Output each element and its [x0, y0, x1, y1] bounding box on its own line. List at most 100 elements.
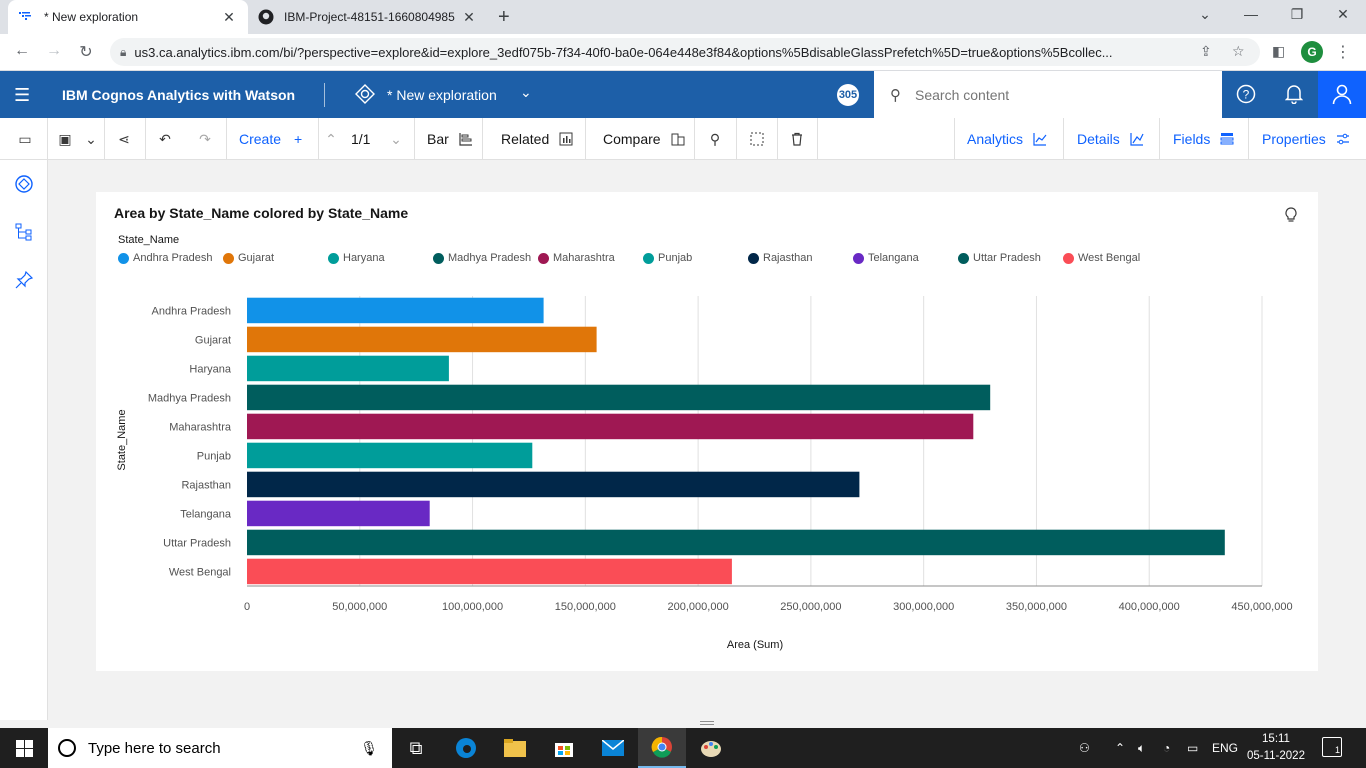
legend-item[interactable]: Haryana: [328, 252, 385, 264]
bar[interactable]: [247, 413, 974, 440]
new-tab-button[interactable]: +: [498, 6, 510, 29]
minimize-button[interactable]: —: [1228, 6, 1274, 22]
taskbar-search-box[interactable]: Type here to search 🎙︎: [48, 728, 392, 768]
bar[interactable]: [247, 471, 860, 498]
legend-item[interactable]: Punjab: [643, 252, 692, 264]
file-explorer-icon[interactable]: [491, 728, 539, 768]
notification-count-badge[interactable]: 305: [837, 84, 859, 106]
task-view-icon[interactable]: ⧉: [392, 728, 440, 768]
next-page-button[interactable]: ⌄: [387, 118, 405, 160]
bar[interactable]: [247, 500, 430, 527]
user-button[interactable]: [1318, 71, 1366, 118]
search-box[interactable]: ⚲: [874, 71, 1222, 118]
create-button[interactable]: Create +: [239, 118, 307, 160]
browser-tab-active[interactable]: * New exploration ✕: [8, 0, 248, 34]
chrome-icon[interactable]: [638, 728, 686, 768]
edge-browser-icon[interactable]: [442, 728, 490, 768]
properties-button[interactable]: Properties: [1262, 118, 1352, 160]
store-icon[interactable]: [540, 728, 588, 768]
comment-icon: ▭: [18, 130, 32, 147]
bar[interactable]: [247, 326, 597, 353]
battery-icon[interactable]: ▭: [1187, 728, 1198, 768]
fields-button[interactable]: Fields: [1173, 118, 1236, 160]
hamburger-menu-icon[interactable]: ☰: [14, 85, 30, 106]
pin-icon[interactable]: [14, 270, 34, 290]
bar[interactable]: [247, 442, 533, 469]
legend-item[interactable]: Rajasthan: [748, 252, 813, 264]
resize-grip-handle[interactable]: [700, 721, 714, 725]
legend-item[interactable]: West Bengal: [1063, 252, 1140, 264]
chevron-down-icon: ⌄: [390, 130, 402, 147]
related-button[interactable]: Related: [501, 118, 575, 160]
paint-icon[interactable]: [687, 728, 735, 768]
forward-arrow-icon[interactable]: →: [43, 42, 65, 60]
restore-button[interactable]: ❐: [1274, 6, 1320, 23]
save-menu-chevron[interactable]: ⌄: [82, 118, 100, 160]
details-button[interactable]: Details: [1077, 118, 1146, 160]
x-tick-label: 350,000,000: [1006, 601, 1067, 613]
pin-button[interactable]: ⚲: [706, 118, 724, 160]
delete-button[interactable]: [788, 118, 806, 160]
redo-button[interactable]: ↷: [196, 118, 214, 160]
browser-tab-inactive[interactable]: IBM-Project-48151-1660804985 ✕: [248, 0, 488, 34]
insights-lightbulb-icon[interactable]: [1284, 207, 1298, 227]
volume-icon[interactable]: 🔈︎: [1138, 728, 1145, 768]
people-icon[interactable]: ⚇: [1079, 728, 1090, 768]
legend-item[interactable]: Uttar Pradesh: [958, 252, 1041, 264]
bookmark-star-icon[interactable]: ☆: [1232, 43, 1245, 60]
url-field[interactable]: 🔒︎ us3.ca.analytics.ibm.com/bi/?perspect…: [110, 38, 1260, 66]
legend-item[interactable]: Telangana: [853, 252, 919, 264]
share-button[interactable]: ⋖: [115, 118, 133, 160]
close-window-button[interactable]: ✕: [1320, 6, 1366, 23]
bar[interactable]: [247, 297, 544, 324]
bar[interactable]: [247, 558, 732, 585]
x-tick-label: 250,000,000: [780, 601, 841, 613]
bar[interactable]: [247, 355, 449, 382]
legend-label: Telangana: [868, 252, 919, 264]
reload-icon[interactable]: ↻: [75, 42, 97, 62]
bar[interactable]: [247, 384, 991, 411]
previous-page-button[interactable]: ⌃: [322, 118, 340, 160]
mail-icon[interactable]: [589, 728, 637, 768]
hierarchy-icon[interactable]: [14, 222, 34, 242]
github-favicon-icon: [258, 9, 274, 25]
legend-item[interactable]: Gujarat: [223, 252, 274, 264]
compare-button[interactable]: Compare: [603, 118, 687, 160]
browser-menu-icon[interactable]: ⋮: [1335, 42, 1351, 62]
tray-chevron-up-icon[interactable]: ⌃: [1115, 728, 1125, 768]
tab-search-chevron-icon[interactable]: ⌄: [1182, 6, 1228, 23]
exploration-title[interactable]: * New exploration: [387, 87, 497, 103]
share-icon[interactable]: ⇪: [1200, 43, 1212, 60]
help-icon[interactable]: ?: [1235, 83, 1257, 105]
start-button[interactable]: [0, 728, 48, 768]
close-tab-icon[interactable]: ✕: [220, 9, 238, 26]
chevron-down-icon[interactable]: ⌄: [520, 84, 532, 101]
clock[interactable]: 15:11 05-11-2022: [1244, 731, 1308, 765]
action-center-icon[interactable]: 1: [1322, 737, 1342, 757]
side-panel-icon[interactable]: ◧: [1272, 43, 1285, 60]
toolbar-divider: [414, 118, 415, 160]
x-tick-label: 150,000,000: [555, 601, 616, 613]
notifications-bell-icon[interactable]: [1283, 83, 1305, 105]
y-category-label: Haryana: [189, 364, 231, 376]
save-button[interactable]: ▣: [56, 118, 74, 160]
legend-item[interactable]: Maharashtra: [538, 252, 615, 264]
analytics-button[interactable]: Analytics: [967, 118, 1049, 160]
wifi-icon[interactable]: ◔: [1163, 728, 1170, 768]
bar-chart: Andhra Pradesh Gujarat Haryana Madhya Prade…: [116, 296, 1293, 651]
legend-item[interactable]: Andhra Pradesh: [118, 252, 213, 264]
legend-item[interactable]: Madhya Pradesh: [433, 252, 531, 264]
toolbar-divider: [777, 118, 778, 160]
select-button[interactable]: [748, 118, 766, 160]
chart-type-button[interactable]: Bar: [427, 118, 475, 160]
language-indicator[interactable]: ENG: [1212, 728, 1238, 768]
back-arrow-icon[interactable]: ←: [11, 42, 33, 60]
comment-button[interactable]: ▭: [16, 118, 34, 160]
undo-button[interactable]: ↶: [156, 118, 174, 160]
bar[interactable]: [247, 529, 1225, 556]
microphone-icon[interactable]: 🎙︎: [360, 740, 378, 757]
close-tab-icon[interactable]: ✕: [460, 9, 478, 26]
search-input[interactable]: [915, 86, 1195, 103]
exploration-nav-icon[interactable]: [14, 174, 34, 194]
profile-avatar[interactable]: G: [1301, 41, 1323, 63]
